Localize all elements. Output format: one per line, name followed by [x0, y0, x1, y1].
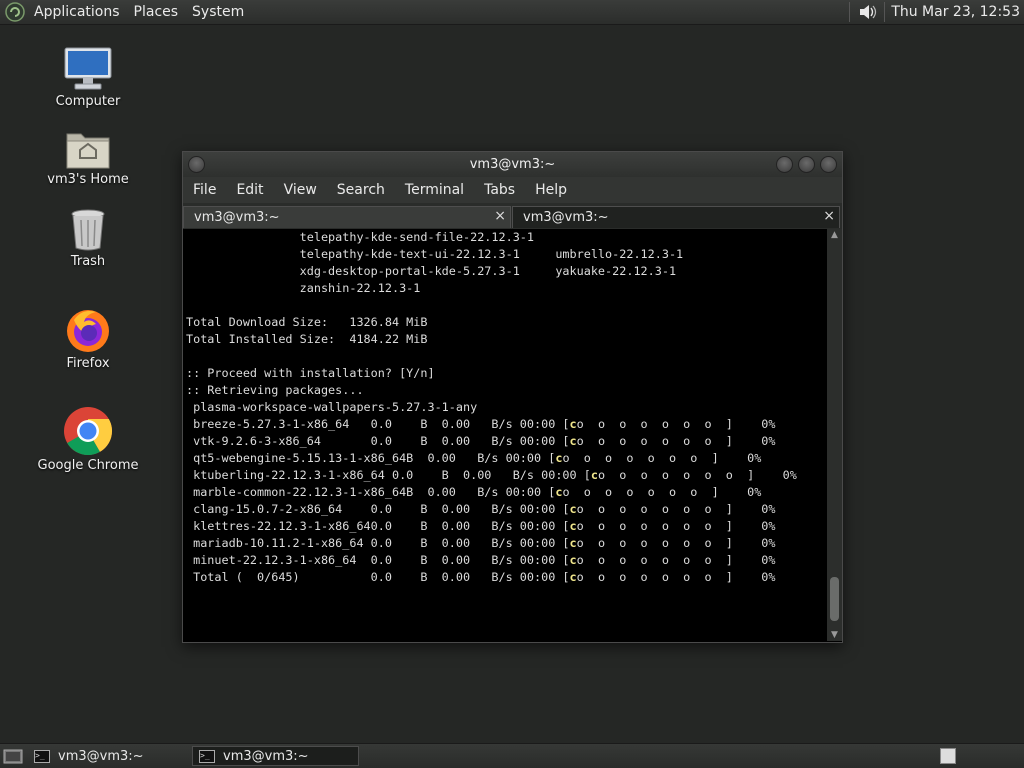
desktop-icon-trash[interactable]: Trash	[33, 208, 143, 269]
blank-line	[183, 348, 826, 365]
distro-logo-icon[interactable]	[5, 2, 25, 22]
pacman-progress-icon: c	[555, 485, 563, 499]
terminal-scrollbar[interactable]: ▲ ▼	[827, 229, 842, 641]
menu-terminal[interactable]: Terminal	[395, 182, 474, 198]
terminal-icon: >_	[34, 749, 50, 763]
home-folder-icon	[66, 133, 110, 169]
terminal-menubar: File Edit View Search Terminal Tabs Help	[183, 177, 842, 203]
places-menu[interactable]: Places	[127, 4, 186, 20]
pacman-progress-icon: c	[569, 417, 577, 431]
pacman-progress-icon: c	[569, 536, 577, 550]
close-tab-icon[interactable]: ×	[823, 208, 835, 224]
desktop-icon-label: Google Chrome	[37, 458, 139, 473]
bottom-panel: >_ vm3@vm3:~ >_ vm3@vm3:~	[0, 743, 1024, 768]
volume-icon[interactable]	[856, 1, 878, 23]
menu-tabs[interactable]: Tabs	[474, 182, 525, 198]
chrome-icon	[64, 407, 113, 456]
terminal-output[interactable]: telepathy-kde-send-file-22.12.3-1 telepa…	[183, 229, 826, 641]
tab-label: vm3@vm3:~	[523, 210, 609, 225]
download-progress-line: Total ( 0/645) 0.0 B 0.00 B/s 00:00 [co …	[186, 570, 776, 584]
maximize-button[interactable]	[798, 156, 815, 173]
minimize-button[interactable]	[776, 156, 793, 173]
package-list-line: zanshin-22.12.3-1	[186, 281, 556, 295]
download-progress-line: clang-15.0.7-2-x86_64 0.0 B 0.00 B/s 00:…	[186, 502, 776, 516]
terminal-tab-1[interactable]: vm3@vm3:~ ×	[183, 206, 511, 228]
menu-file[interactable]: File	[183, 182, 226, 198]
window-menu-button[interactable]	[188, 156, 205, 173]
download-progress-line: marble-common-22.12.3-1-x86_64B 0.00 B/s…	[186, 485, 762, 499]
desktop-icon-label: Computer	[55, 94, 121, 109]
close-window-button[interactable]	[820, 156, 837, 173]
menu-help[interactable]: Help	[525, 182, 577, 198]
pacman-progress-icon: c	[569, 519, 577, 533]
retrieving-line: :: Retrieving packages...	[186, 383, 364, 397]
pacman-progress-icon: c	[569, 570, 577, 584]
scroll-up-icon[interactable]: ▲	[827, 229, 842, 241]
close-tab-icon[interactable]: ×	[494, 208, 506, 224]
download-progress-line: mariadb-10.11.2-1-x86_64 0.0 B 0.00 B/s …	[186, 536, 776, 550]
desktop-icon-chrome[interactable]: Google Chrome	[33, 406, 143, 473]
scroll-down-icon[interactable]: ▼	[827, 629, 842, 641]
desktop-icon-label: Trash	[70, 254, 106, 269]
window-title: vm3@vm3:~	[469, 157, 556, 172]
firefox-icon	[67, 310, 109, 352]
show-desktop-icon[interactable]	[2, 747, 24, 765]
tab-bar: vm3@vm3:~ × vm3@vm3:~ ×	[183, 203, 842, 229]
menu-search[interactable]: Search	[327, 182, 395, 198]
download-progress-line: ktuberling-22.12.3-1-x86_64 0.0 B 0.00 B…	[186, 468, 797, 482]
terminal-icon: >_	[199, 749, 215, 763]
clock[interactable]: Thu Mar 23, 12:53	[891, 4, 1020, 20]
download-size-line: Total Download Size: 1326.84 MiB	[186, 315, 428, 329]
terminal-window[interactable]: vm3@vm3:~ File Edit View Search Terminal…	[182, 151, 843, 643]
panel-separator	[849, 2, 851, 22]
taskbar-item-terminal-1[interactable]: >_ vm3@vm3:~	[28, 746, 188, 766]
package-list-line: telepathy-kde-send-file-22.12.3-1	[186, 230, 556, 244]
terminal-tab-2[interactable]: vm3@vm3:~ ×	[512, 206, 840, 228]
download-progress-line: breeze-5.27.3-1-x86_64 0.0 B 0.00 B/s 00…	[186, 417, 776, 431]
download-progress-line: vtk-9.2.6-3-x86_64 0.0 B 0.00 B/s 00:00 …	[186, 434, 776, 448]
menu-edit[interactable]: Edit	[226, 182, 273, 198]
system-menu[interactable]: System	[185, 4, 251, 20]
download-progress-line: minuet-22.12.3-1-x86_64 0.0 B 0.00 B/s 0…	[186, 553, 776, 567]
desktop-icon-label: Firefox	[66, 356, 110, 371]
pacman-progress-icon: c	[569, 553, 577, 567]
applications-menu[interactable]: Applications	[27, 4, 127, 20]
download-progress-line: klettres-22.12.3-1-x86_640.0 B 0.00 B/s …	[186, 519, 776, 533]
download-progress-line: qt5-webengine-5.15.13-1-x86_64B 0.00 B/s…	[186, 451, 762, 465]
package-list-line: telepathy-kde-text-ui-22.12.3-1 umbrello…	[186, 247, 684, 261]
desktop-icon-firefox[interactable]: Firefox	[33, 306, 143, 371]
window-titlebar[interactable]: vm3@vm3:~	[183, 152, 842, 177]
scrollbar-thumb[interactable]	[830, 577, 839, 621]
installed-size-line: Total Installed Size: 4184.22 MiB	[186, 332, 428, 346]
menu-view[interactable]: View	[274, 182, 327, 198]
pacman-progress-icon: c	[590, 468, 598, 482]
blank-line	[183, 297, 826, 314]
desktop-icon-label: vm3's Home	[47, 172, 129, 187]
task-label: vm3@vm3:~	[58, 748, 144, 764]
panel-separator	[884, 2, 886, 22]
top-panel: Applications Places System Thu Mar 23, 1…	[0, 0, 1024, 25]
download-progress-line: plasma-workspace-wallpapers-5.27.3-1-any	[186, 400, 478, 414]
computer-icon	[64, 47, 112, 90]
tab-label: vm3@vm3:~	[194, 210, 280, 225]
package-list-line: xdg-desktop-portal-kde-5.27.3-1 yakuake-…	[186, 264, 677, 278]
task-label: vm3@vm3:~	[223, 748, 309, 764]
taskbar-item-terminal-2[interactable]: >_ vm3@vm3:~	[192, 746, 359, 766]
desktop-icon-computer[interactable]: Computer	[33, 46, 143, 109]
workspace-switcher[interactable]	[940, 748, 956, 764]
trash-icon	[71, 209, 105, 251]
pacman-progress-icon: c	[569, 502, 577, 516]
proceed-prompt-line: :: Proceed with installation? [Y/n]	[186, 366, 435, 380]
pacman-progress-icon: c	[555, 451, 563, 465]
pacman-progress-icon: c	[569, 434, 577, 448]
desktop-icon-home[interactable]: vm3's Home	[33, 128, 143, 187]
